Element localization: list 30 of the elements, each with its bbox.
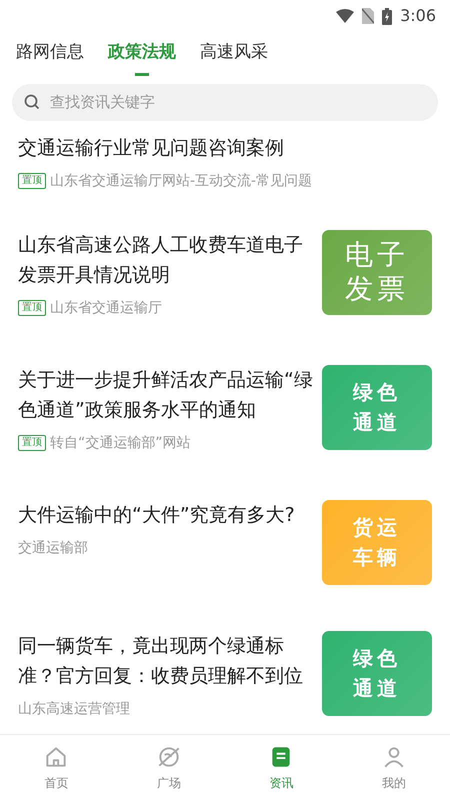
- tab[interactable]: 政策法规: [108, 40, 176, 76]
- search-icon: [24, 94, 40, 110]
- article-source: 交通运输部: [18, 538, 88, 558]
- nav-tab[interactable]: 首页: [37, 742, 76, 792]
- article-thumbnail[interactable]: 绿色 通道: [322, 630, 432, 716]
- pinned-tag: 置顶: [18, 300, 46, 316]
- tab[interactable]: 路网信息: [16, 40, 84, 76]
- article-title[interactable]: 山东省高速公路人工收费车道电子发票开具情况说明: [18, 230, 314, 290]
- article-source: 山东省交通运输厅: [50, 298, 162, 318]
- nav-tab[interactable]: 资讯: [262, 742, 300, 792]
- article-title[interactable]: 关于进一步提升鲜活农产品运输“绿色通道”政策服务水平的通知: [18, 364, 314, 424]
- wifi-icon: [336, 9, 354, 23]
- article-thumbnail[interactable]: 绿色 通道: [322, 364, 432, 450]
- search-field[interactable]: 查找资讯关键字: [48, 90, 426, 114]
- nav-tab[interactable]: 我的: [374, 742, 413, 792]
- article-title[interactable]: 交通运输行业常见问题咨询案例: [18, 132, 432, 162]
- article-title[interactable]: 同一辆货车，竟出现两个绿通标准？官方回复：收费员理解不到位: [18, 630, 314, 690]
- article-thumbnail[interactable]: 电子 发票: [322, 230, 432, 314]
- article-title[interactable]: 大件运输中的“大件”究竟有多大?: [18, 500, 314, 530]
- pinned-tag: 置顶: [18, 173, 46, 189]
- article-source: 山东高速运营管理: [18, 700, 130, 718]
- search-bar[interactable]: 查找资讯关键字: [12, 84, 438, 120]
- battery-icon: [382, 8, 392, 24]
- article-source: 转自“交通运输部”网站: [50, 434, 191, 452]
- clock: 3:06: [400, 5, 436, 27]
- nav-tab[interactable]: 广场: [150, 742, 188, 792]
- tab[interactable]: 高速风采: [200, 40, 268, 76]
- no-sim-icon: [362, 8, 374, 24]
- article-source: 山东省交通运输厅网站-互动交流-常见问题: [50, 172, 312, 190]
- pinned-tag: 置顶: [18, 435, 46, 451]
